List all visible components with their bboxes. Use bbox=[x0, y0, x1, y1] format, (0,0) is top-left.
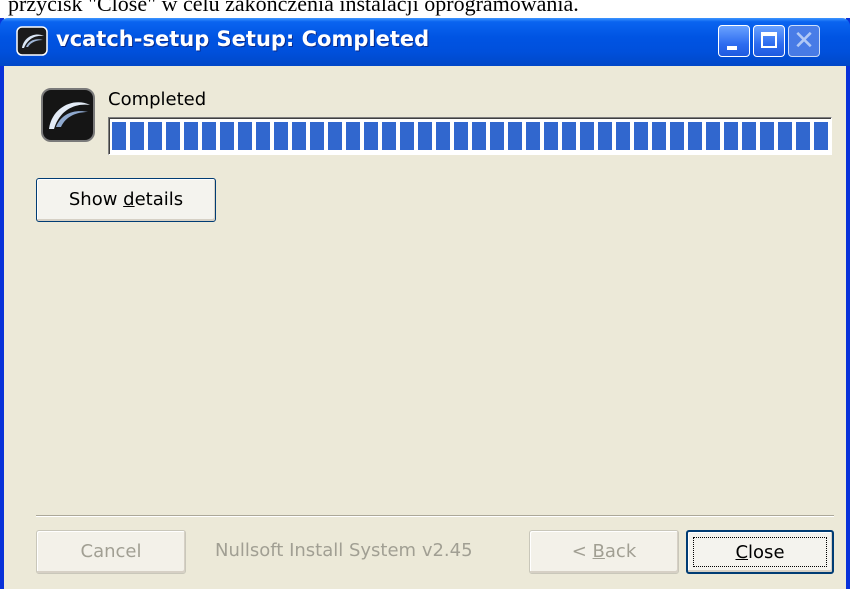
close-icon: ✕ bbox=[793, 26, 815, 56]
nsis-fish-icon bbox=[41, 88, 95, 142]
status-label: Completed bbox=[108, 89, 207, 110]
show-details-label-end: etails bbox=[134, 189, 184, 210]
nsis-fish-icon bbox=[16, 26, 48, 56]
show-details-button[interactable]: Show details bbox=[36, 178, 216, 222]
title-bar[interactable]: vcatch-setup Setup: Completed ✕ bbox=[0, 18, 850, 66]
window-title: vcatch-setup Setup: Completed bbox=[56, 27, 430, 51]
branding-text: Nullsoft Install System v2.45 bbox=[215, 540, 473, 561]
page-caption: przycisk "Close" w celu zakończenia inst… bbox=[8, 0, 579, 16]
minimize-icon bbox=[727, 46, 737, 50]
cancel-button[interactable]: Cancel bbox=[36, 530, 186, 574]
close-window-button[interactable]: ✕ bbox=[788, 25, 820, 57]
maximize-button[interactable] bbox=[753, 25, 785, 57]
back-button[interactable]: < Back bbox=[529, 530, 679, 574]
close-accelerator: C bbox=[735, 542, 749, 563]
back-label-start: < bbox=[571, 541, 593, 562]
progress-bar bbox=[108, 117, 832, 155]
back-label-end: ack bbox=[604, 541, 637, 562]
show-details-label-start: Show bbox=[68, 189, 124, 210]
close-label-end: lose bbox=[748, 542, 785, 563]
show-details-accelerator: d bbox=[123, 189, 135, 210]
back-accelerator: B bbox=[592, 541, 605, 562]
minimize-button[interactable] bbox=[718, 25, 750, 57]
footer-separator bbox=[36, 515, 834, 517]
maximize-icon bbox=[761, 32, 777, 48]
close-button[interactable]: Close bbox=[686, 530, 834, 574]
progress-fill bbox=[112, 122, 828, 150]
